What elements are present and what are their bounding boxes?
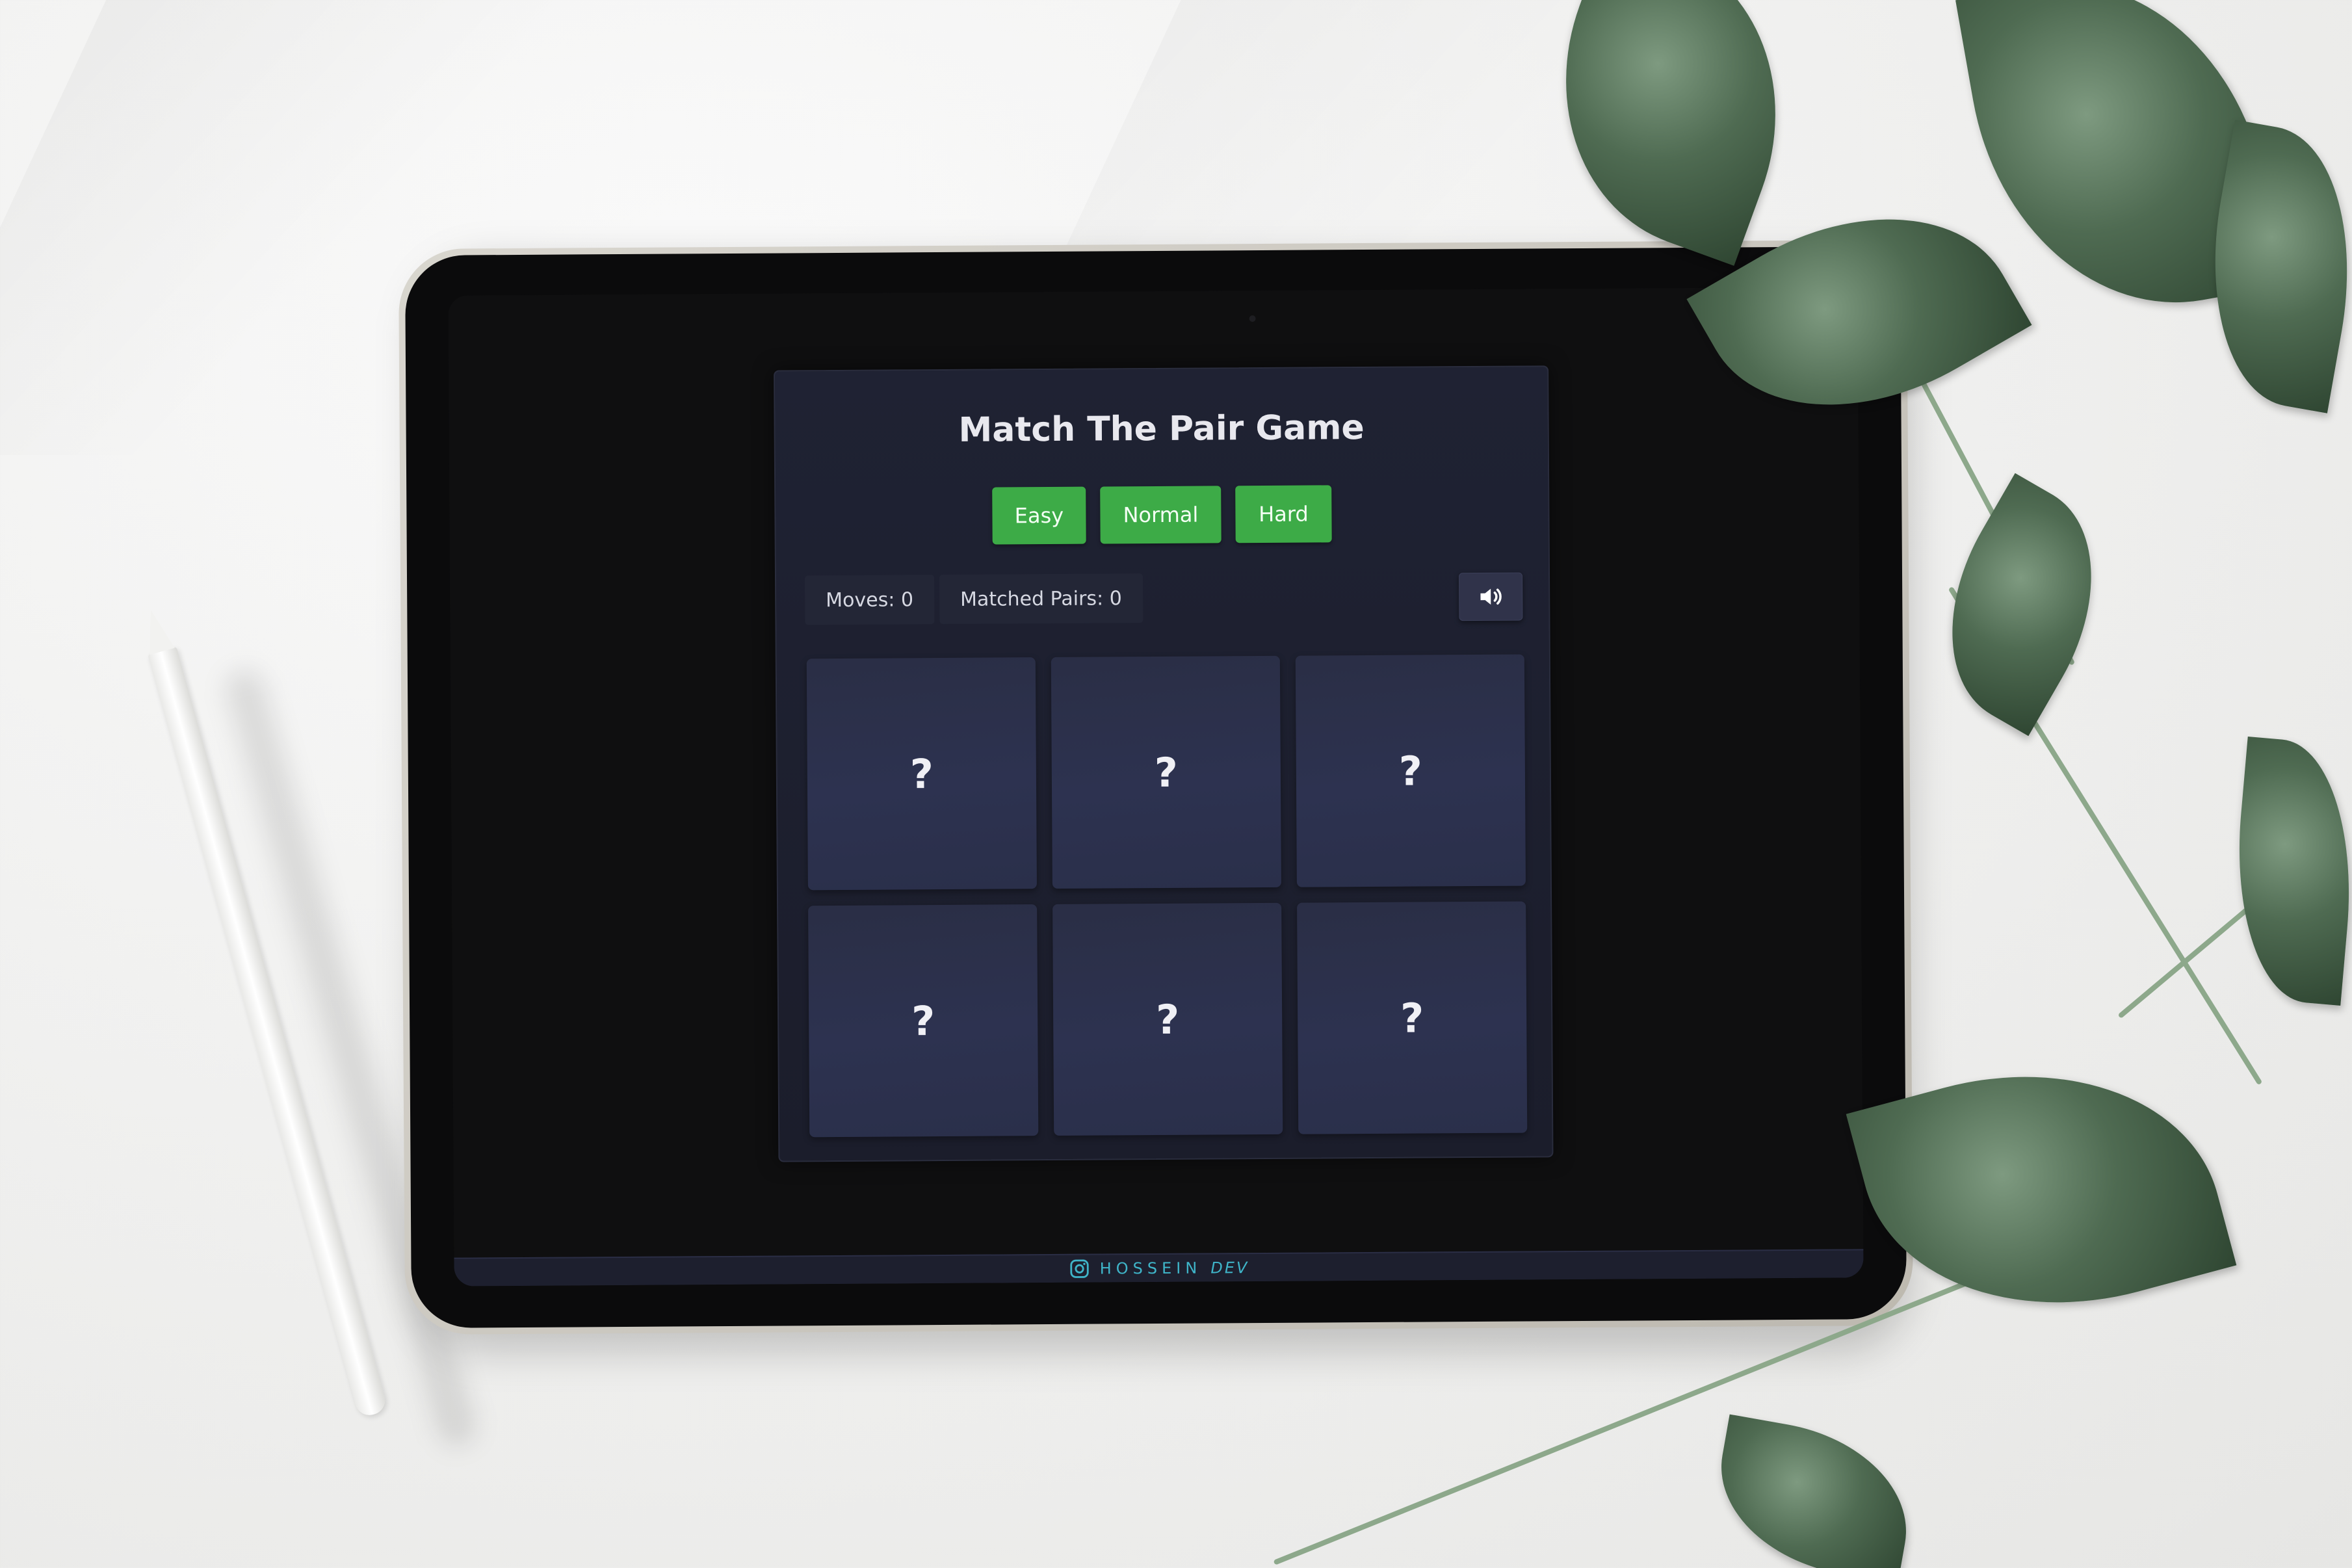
plant-leaf <box>1705 1414 1922 1568</box>
instagram-icon[interactable] <box>1069 1258 1091 1280</box>
brand-suffix: DEV <box>1210 1259 1249 1277</box>
matched-pairs-counter: Matched Pairs: 0 <box>939 573 1143 625</box>
footer-bar: HOSSEIN DEV <box>454 1249 1864 1287</box>
brand-name[interactable]: HOSSEIN <box>1100 1259 1202 1278</box>
camera-dot <box>1249 315 1256 322</box>
card-face-hidden: ? <box>911 997 935 1045</box>
stylus-tip <box>138 606 175 655</box>
card-face-hidden: ? <box>1400 993 1424 1042</box>
card-face-hidden: ? <box>1155 995 1180 1043</box>
plant-leaf <box>1904 473 2139 737</box>
plant-leaf <box>2225 737 2352 1006</box>
tablet-device: Match The Pair Game Easy Normal Hard Mov… <box>398 239 1914 1335</box>
speaker-volume-icon <box>1480 588 1502 605</box>
card[interactable]: ? <box>1297 901 1528 1134</box>
sound-toggle-button[interactable] <box>1458 572 1523 621</box>
card-face-hidden: ? <box>909 750 934 798</box>
tablet-screen: Match The Pair Game Easy Normal Hard Mov… <box>448 287 1864 1287</box>
easy-button[interactable]: Easy <box>992 486 1086 545</box>
game-panel: Match The Pair Game Easy Normal Hard Mov… <box>774 365 1554 1162</box>
game-title: Match The Pair Game <box>958 408 1365 450</box>
card[interactable]: ? <box>1051 655 1281 889</box>
stats-bar: Moves: 0 Matched Pairs: 0 <box>805 573 1143 625</box>
card-face-hidden: ? <box>1154 748 1179 796</box>
tablet-bezel: Match The Pair Game Easy Normal Hard Mov… <box>404 246 1907 1329</box>
card[interactable]: ? <box>1295 654 1526 887</box>
card[interactable]: ? <box>808 904 1039 1138</box>
level-selector: Easy Normal Hard <box>776 484 1548 545</box>
card[interactable]: ? <box>806 657 1037 891</box>
normal-button[interactable]: Normal <box>1100 486 1222 544</box>
card[interactable]: ? <box>1052 902 1283 1136</box>
card-board: ? ? ? ? ? ? <box>806 654 1528 1138</box>
card-face-hidden: ? <box>1398 746 1423 795</box>
moves-counter: Moves: 0 <box>805 575 935 625</box>
hard-button[interactable]: Hard <box>1235 485 1332 543</box>
plant-leaf <box>1514 0 1827 266</box>
